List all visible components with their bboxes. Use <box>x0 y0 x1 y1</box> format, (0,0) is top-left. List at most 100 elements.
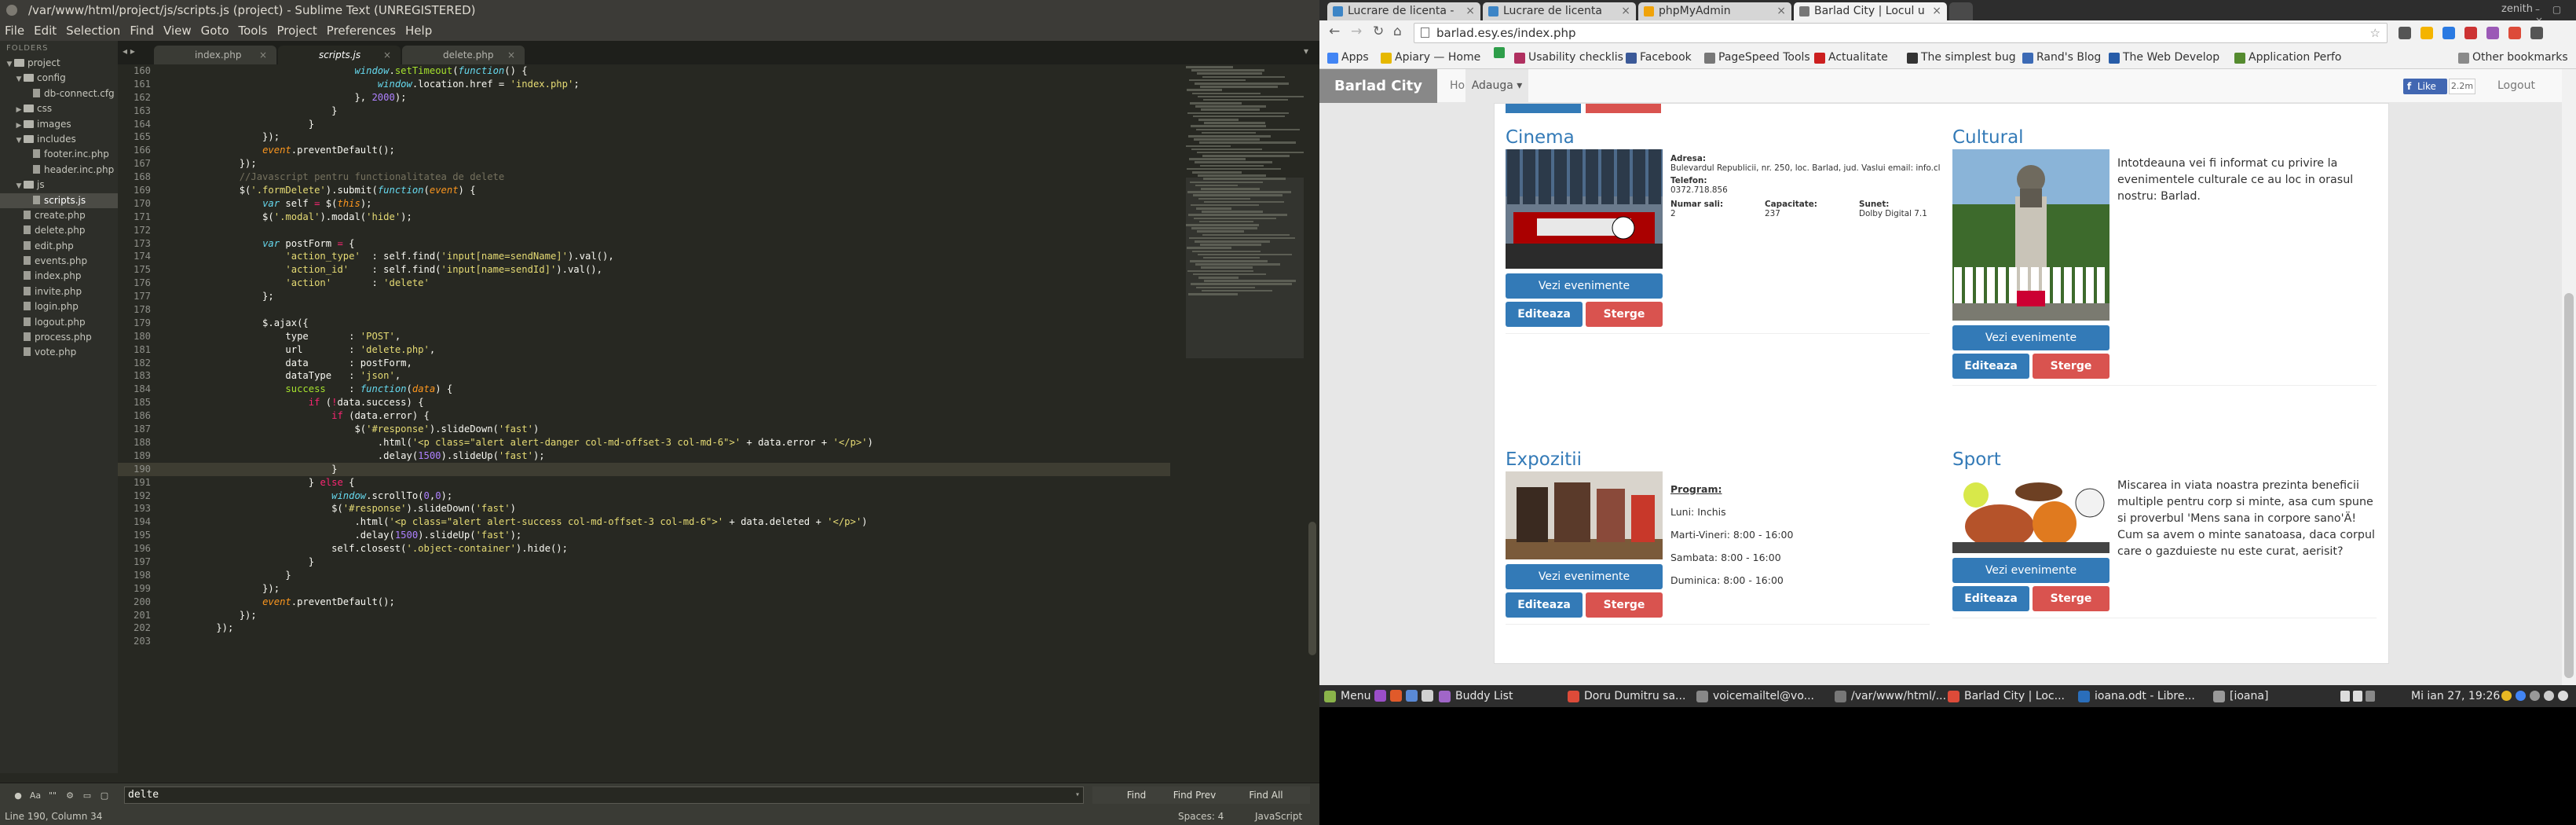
object-title[interactable]: Expozitii <box>1506 449 1582 470</box>
bookmark-star-icon[interactable]: ☆ <box>2370 24 2380 42</box>
menu-view[interactable]: View <box>159 20 196 41</box>
code-editor[interactable]: 160 window.setTimeout(function() {161 wi… <box>118 64 1170 655</box>
minimap[interactable] <box>1186 66 1304 396</box>
tree-folder[interactable]: ▼ includes <box>0 132 118 147</box>
disclosure-open-icon[interactable]: ▼ <box>5 57 14 71</box>
delete-button[interactable]: Sterge <box>2033 586 2109 611</box>
view-events-button[interactable]: Vezi evenimente <box>1506 273 1663 299</box>
tree-file[interactable]: events.php <box>0 254 118 269</box>
start-menu-button[interactable]: Menu <box>1324 685 1370 707</box>
tree-file[interactable]: delete.php <box>0 223 118 238</box>
editor-tab[interactable]: scripts.js × <box>278 46 401 64</box>
tray-icon[interactable] <box>2366 691 2375 702</box>
find-option-toggle[interactable]: ▭ <box>80 789 94 803</box>
find-history-dropdown-icon[interactable]: ▾ <box>1075 787 1080 803</box>
browser-tab[interactable]: Lucrare de licenta × <box>1483 2 1636 20</box>
menu-tools[interactable]: Tools <box>234 20 273 41</box>
close-tab-icon[interactable]: × <box>1776 2 1786 20</box>
bookmark-item[interactable]: Usability checklis <box>1514 47 1623 68</box>
edit-button[interactable]: Editeaza <box>1506 592 1583 618</box>
tree-file[interactable]: invite.php <box>0 284 118 299</box>
tab-menu-icon[interactable]: ▾ <box>1304 46 1308 57</box>
bookmark-item[interactable]: The simplest bug <box>1907 47 2016 68</box>
extension-icon[interactable] <box>2399 27 2411 39</box>
address-bar[interactable]: barlad.esy.es/index.php ☆ <box>1414 23 2388 43</box>
close-tab-icon[interactable]: × <box>383 46 391 64</box>
tray-icon[interactable] <box>2501 691 2512 701</box>
tree-file[interactable]: header.inc.php <box>0 163 118 178</box>
view-events-button[interactable]: Vezi evenimente <box>1952 325 2109 350</box>
tree-file[interactable]: process.php <box>0 330 118 345</box>
find-all-button[interactable]: Find All <box>1222 786 1310 804</box>
tree-file[interactable]: vote.php <box>0 345 118 360</box>
extension-icon[interactable] <box>2420 27 2433 39</box>
object-title[interactable]: Sport <box>1952 449 2001 470</box>
find-option-toggle[interactable]: ⚙ <box>63 789 77 803</box>
quick-launch-icon[interactable] <box>1422 690 1433 702</box>
bookmark-item[interactable]: PageSpeed Tools <box>1704 47 1810 68</box>
menu-preferences[interactable]: Preferences <box>322 20 401 41</box>
close-tab-icon[interactable]: × <box>1621 2 1630 20</box>
menu-file[interactable]: File <box>0 20 29 41</box>
bookmark-item[interactable]: The Web Develop <box>2109 47 2219 68</box>
site-brand[interactable]: Barlad City <box>1319 69 1437 103</box>
tree-file[interactable]: logout.php <box>0 315 118 330</box>
edit-button[interactable]: Editeaza <box>1952 586 2029 611</box>
taskbar-window-button[interactable]: Buddy List <box>1439 685 1513 707</box>
extension-icon[interactable] <box>2530 27 2543 39</box>
new-tab-button[interactable] <box>1949 2 1973 20</box>
extension-icon[interactable] <box>2464 27 2477 39</box>
menu-find[interactable]: Find <box>125 20 159 41</box>
delete-button[interactable]: Sterge <box>2033 354 2109 379</box>
tree-file[interactable]: db-connect.cfg <box>0 86 118 101</box>
page-scrollbar[interactable] <box>2562 69 2576 685</box>
extension-icon[interactable] <box>2508 27 2521 39</box>
tree-file[interactable]: index.php <box>0 269 118 284</box>
syntax-mode[interactable]: JavaScript <box>1255 808 1302 825</box>
quick-launch-icon[interactable] <box>1406 690 1418 702</box>
editor-tab[interactable]: delete.php × <box>402 46 525 64</box>
other-bookmarks-folder[interactable]: Other bookmarks <box>2458 47 2568 68</box>
menu-edit[interactable]: Edit <box>29 20 61 41</box>
edit-button[interactable]: Editeaza <box>1506 302 1583 327</box>
close-tab-icon[interactable]: × <box>1465 2 1475 20</box>
nav-add-dropdown[interactable]: Adauga ▾ <box>1465 69 1528 103</box>
taskbar-window-button[interactable]: ioana.odt - Libre... <box>2078 685 2195 707</box>
bookmark-item[interactable]: Apiary — Home <box>1381 47 1480 68</box>
tree-file[interactable]: edit.php <box>0 239 118 254</box>
profile-name[interactable]: zenith <box>2501 3 2533 15</box>
browser-tab[interactable]: phpMyAdmin × <box>1638 2 1791 20</box>
tree-folder[interactable]: ▼ project <box>0 56 118 71</box>
tree-file[interactable]: scripts.js <box>0 192 118 208</box>
logout-link[interactable]: Logout <box>2497 69 2535 103</box>
taskbar-window-button[interactable]: voicemailtel@vo... <box>1696 685 1814 707</box>
clock[interactable]: Mi ian 27, 19:26 <box>2411 685 2500 707</box>
edit-button-partial[interactable] <box>1506 104 1581 113</box>
delete-button[interactable]: Sterge <box>1586 592 1663 618</box>
page-info-icon[interactable] <box>1421 28 1429 38</box>
tray-icon[interactable] <box>2544 691 2554 701</box>
tree-folder[interactable]: ▼ config <box>0 71 118 86</box>
extension-icon[interactable] <box>2486 27 2499 39</box>
tree-file[interactable]: create.php <box>0 208 118 223</box>
view-events-button[interactable]: Vezi evenimente <box>1506 564 1663 589</box>
disclosure-closed-icon[interactable]: ▶ <box>14 103 24 116</box>
facebook-like-button[interactable]: f Like <box>2403 79 2447 94</box>
find-option-toggle[interactable]: Aa <box>28 789 42 803</box>
browser-tab[interactable]: Lucrare de licenta - × <box>1327 2 1480 20</box>
tree-file[interactable]: login.php <box>0 299 118 314</box>
disclosure-open-icon[interactable]: ▼ <box>14 179 24 192</box>
home-icon[interactable]: ⌂ <box>1393 24 1402 39</box>
view-events-button[interactable]: Vezi evenimente <box>1952 558 2109 583</box>
bookmark-item[interactable]: Application Perfo <box>2234 47 2341 68</box>
quick-launch-icon[interactable] <box>1390 690 1402 702</box>
find-input[interactable]: delte ▾ <box>124 786 1084 804</box>
tray-icon[interactable] <box>2530 691 2540 701</box>
tree-folder[interactable]: ▼ js <box>0 178 118 192</box>
taskbar-window-button[interactable]: Doru Dumitru sa... <box>1568 685 1685 707</box>
tree-folder[interactable]: ▶ css <box>0 101 118 116</box>
page-scrollbar-thumb[interactable] <box>2564 293 2574 678</box>
find-option-toggle[interactable]: ● <box>11 789 25 803</box>
indentation-setting[interactable]: Spaces: 4 <box>1178 808 1224 825</box>
tray-icon[interactable] <box>2516 691 2526 701</box>
